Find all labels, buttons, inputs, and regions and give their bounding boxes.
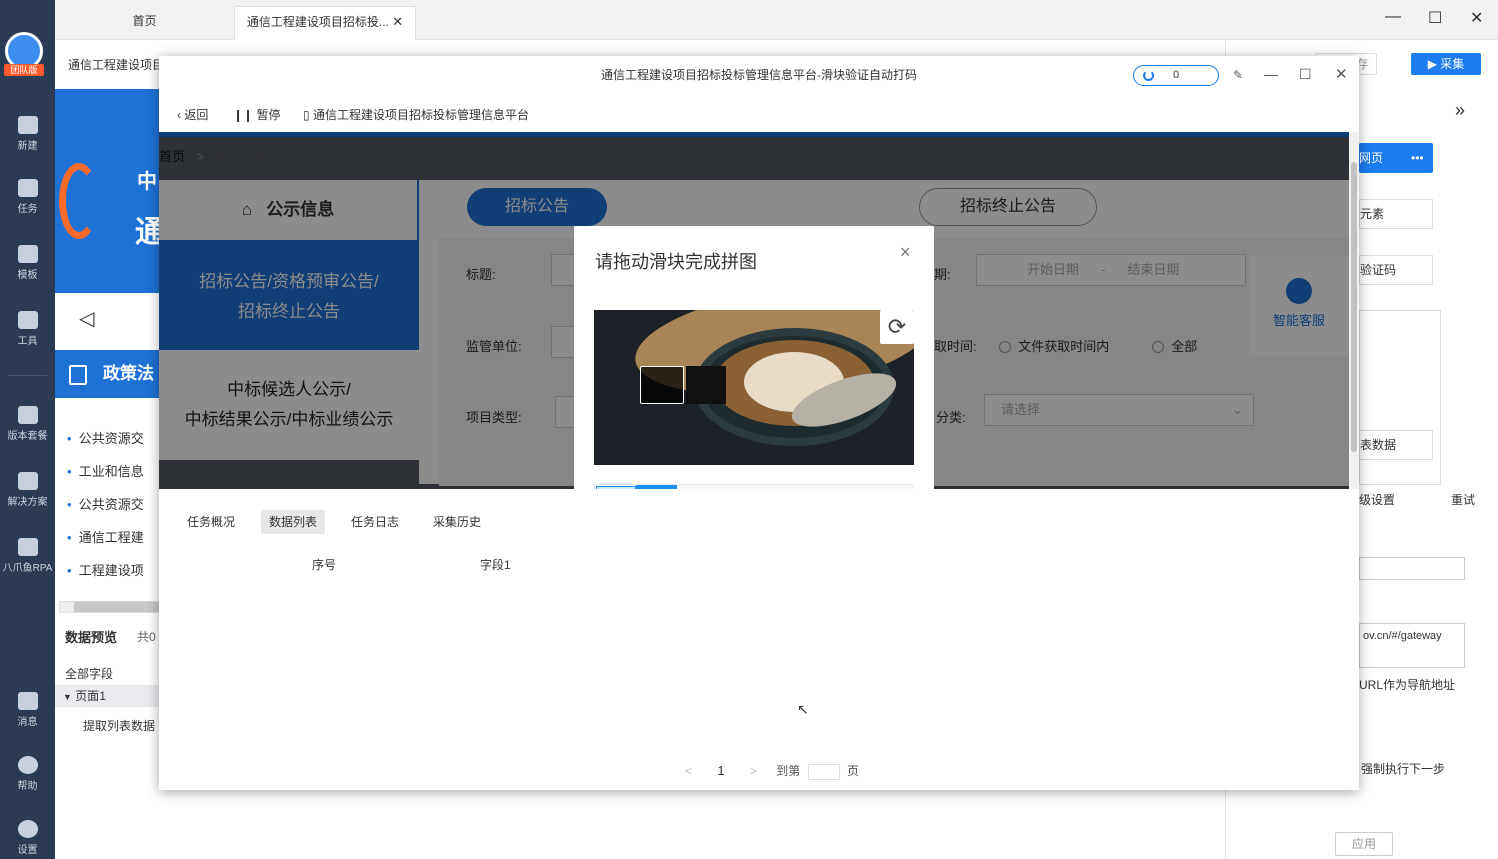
- spinner-icon: [1143, 70, 1154, 81]
- dialog-minimize-icon[interactable]: —: [1264, 66, 1278, 82]
- retry-tab[interactable]: 重试: [1451, 491, 1475, 508]
- bell-icon: [17, 692, 38, 710]
- help-icon: [17, 756, 38, 774]
- sidebar-settings[interactable]: 设置: [0, 820, 55, 856]
- auto-captcha-dialog: 通信工程建设项目招标投标管理信息平台-滑块验证自动打码 0 ✎ — ☐ ✕ ‹ …: [159, 56, 1359, 790]
- extract-list-item[interactable]: 提取列表数据: [83, 717, 155, 734]
- tab-task-overview[interactable]: 任务概况: [179, 510, 243, 534]
- sidebar-messages[interactable]: 消息: [0, 692, 55, 728]
- sidebar-rpa[interactable]: 八爪鱼RPA: [0, 538, 55, 574]
- toolbox-icon: [17, 311, 38, 329]
- crown-icon: [17, 406, 38, 424]
- counter-badge: 0: [1133, 65, 1219, 86]
- puzzle-image: ⟳: [594, 310, 914, 465]
- tab-data-list[interactable]: 数据列表: [261, 510, 326, 534]
- site-logo-icon: [59, 163, 99, 239]
- document-icon: [69, 365, 87, 385]
- advanced-settings-tab[interactable]: 级设置: [1359, 491, 1395, 508]
- puzzle-piece: [640, 366, 684, 404]
- template-icon: [17, 245, 38, 263]
- team-logo[interactable]: 团队版: [4, 32, 44, 76]
- list-item[interactable]: • 通信工程建: [67, 521, 144, 554]
- tab-task-log[interactable]: 任务日志: [343, 510, 407, 534]
- webpage-button[interactable]: 网页 •••: [1359, 143, 1433, 173]
- next-page-button[interactable]: >: [750, 764, 757, 778]
- tab-bar: 首页 通信工程建设项目招标投... ✕ — ☐ ✕: [55, 0, 1498, 40]
- document-icon: ▯: [303, 108, 310, 122]
- edit-icon[interactable]: ✎: [1233, 68, 1243, 82]
- tab-home[interactable]: 首页: [57, 6, 232, 40]
- collapse-icon[interactable]: »: [1455, 100, 1465, 121]
- prev-page-button[interactable]: <: [685, 764, 692, 778]
- sidebar-tools[interactable]: 工具: [0, 311, 55, 347]
- page1-item[interactable]: ▼ 页面1: [55, 685, 160, 707]
- apply-button[interactable]: 应用: [1335, 832, 1393, 856]
- news-list: • 公共资源交 • 工业和信息 • 公共资源交 • 通信工程建 • 工程建设项: [67, 422, 144, 587]
- horizontal-scrollbar[interactable]: [59, 601, 160, 613]
- dialog-maximize-icon[interactable]: ☐: [1299, 66, 1312, 83]
- chevron-left-icon: ‹: [177, 108, 181, 122]
- tab-close-icon[interactable]: ✕: [392, 14, 403, 29]
- browser-toolbar: ‹ 返回 ❙❙ 暂停 ▯ 通信工程建设项目招标投标管理信息平台: [159, 94, 1359, 132]
- sidebar-help[interactable]: 帮助: [0, 756, 55, 792]
- pause-button[interactable]: ❙❙ 暂停: [233, 106, 280, 123]
- octopus-icon: [17, 538, 38, 556]
- sidebar-plans[interactable]: 版本套餐: [0, 406, 55, 442]
- puzzle-gap: [686, 366, 726, 404]
- force-next-label: 强制执行下一步: [1361, 762, 1446, 776]
- maximize-icon[interactable]: ☐: [1428, 8, 1442, 28]
- speaker-icon[interactable]: ◁: [79, 306, 94, 331]
- captcha-title: 请拖动滑块完成拼图: [595, 252, 757, 272]
- table-data-field[interactable]: 表数据: [1359, 430, 1433, 460]
- task-title: 通信工程建设项目: [68, 58, 165, 72]
- element-field[interactable]: 元素: [1359, 199, 1433, 229]
- slider-handle[interactable]: [636, 485, 677, 489]
- refresh-icon[interactable]: ⟳: [880, 310, 914, 344]
- close-icon[interactable]: ✕: [1470, 8, 1483, 28]
- sidebar-solutions[interactable]: 解决方案: [0, 472, 55, 508]
- tab-collect-history[interactable]: 采集历史: [425, 510, 489, 534]
- plus-icon: [17, 116, 38, 134]
- mouse-cursor-icon: ↖: [797, 701, 809, 717]
- captcha-close-icon[interactable]: ×: [900, 242, 911, 263]
- site-banner: 中 通: [55, 89, 165, 293]
- goto-page-input[interactable]: [807, 763, 840, 780]
- slider-progress: [596, 486, 636, 489]
- gear-icon: [17, 820, 38, 838]
- task-icon: [17, 179, 38, 197]
- tab-task[interactable]: 通信工程建设项目招标投... ✕: [234, 6, 416, 40]
- slider-captcha: 请拖动滑块完成拼图 × ⟳: [574, 226, 934, 489]
- left-sidebar: 团队版 新建 任务 模板 工具 版本套餐 解决方案 八爪鱼RPA 消息 帮助 设…: [0, 0, 55, 859]
- dialog-close-icon[interactable]: ✕: [1335, 65, 1348, 83]
- data-preview-title: 数据预览: [65, 630, 118, 645]
- list-item[interactable]: • 公共资源交: [67, 488, 144, 521]
- pause-icon: ❙❙: [233, 108, 254, 122]
- sidebar-task[interactable]: 任务: [0, 179, 55, 215]
- vertical-scrollbar[interactable]: [1349, 132, 1359, 489]
- sidebar-new[interactable]: 新建: [0, 116, 55, 152]
- solution-icon: [17, 472, 38, 490]
- column-header-index: 序号: [312, 558, 337, 572]
- setting-input[interactable]: [1359, 557, 1465, 580]
- sidebar-template[interactable]: 模板: [0, 245, 55, 281]
- page-number[interactable]: 1: [717, 763, 724, 778]
- column-header-field1: 字段1: [480, 558, 511, 572]
- all-fields-item[interactable]: 全部字段: [65, 665, 113, 682]
- captcha-field[interactable]: 验证码: [1359, 255, 1433, 285]
- minimize-icon[interactable]: —: [1385, 8, 1401, 26]
- url-textarea[interactable]: ov.cn/#/gateway: [1359, 623, 1465, 668]
- list-item[interactable]: • 工程建设项: [67, 554, 144, 587]
- page-title: ▯ 通信工程建设项目招标投标管理信息平台: [303, 108, 529, 122]
- pagination: < 1 > 到第 页: [685, 763, 860, 780]
- list-item[interactable]: • 公共资源交: [67, 422, 144, 455]
- collect-button[interactable]: ▶ 采集: [1411, 53, 1481, 75]
- slider-track: [594, 484, 914, 489]
- back-button[interactable]: ‹ 返回: [177, 106, 208, 123]
- list-item[interactable]: • 工业和信息: [67, 455, 144, 488]
- site-viewport: 首页 > 招标公告 ⌂ 公示信息 招标公告/资格预审公告/ 招标终止公告 中标候…: [159, 132, 1349, 489]
- sidebar-divider: [8, 375, 47, 376]
- team-badge: 团队版: [4, 64, 44, 76]
- url-nav-label: URL作为导航地址: [1359, 678, 1456, 692]
- total-count: 共0: [137, 630, 156, 644]
